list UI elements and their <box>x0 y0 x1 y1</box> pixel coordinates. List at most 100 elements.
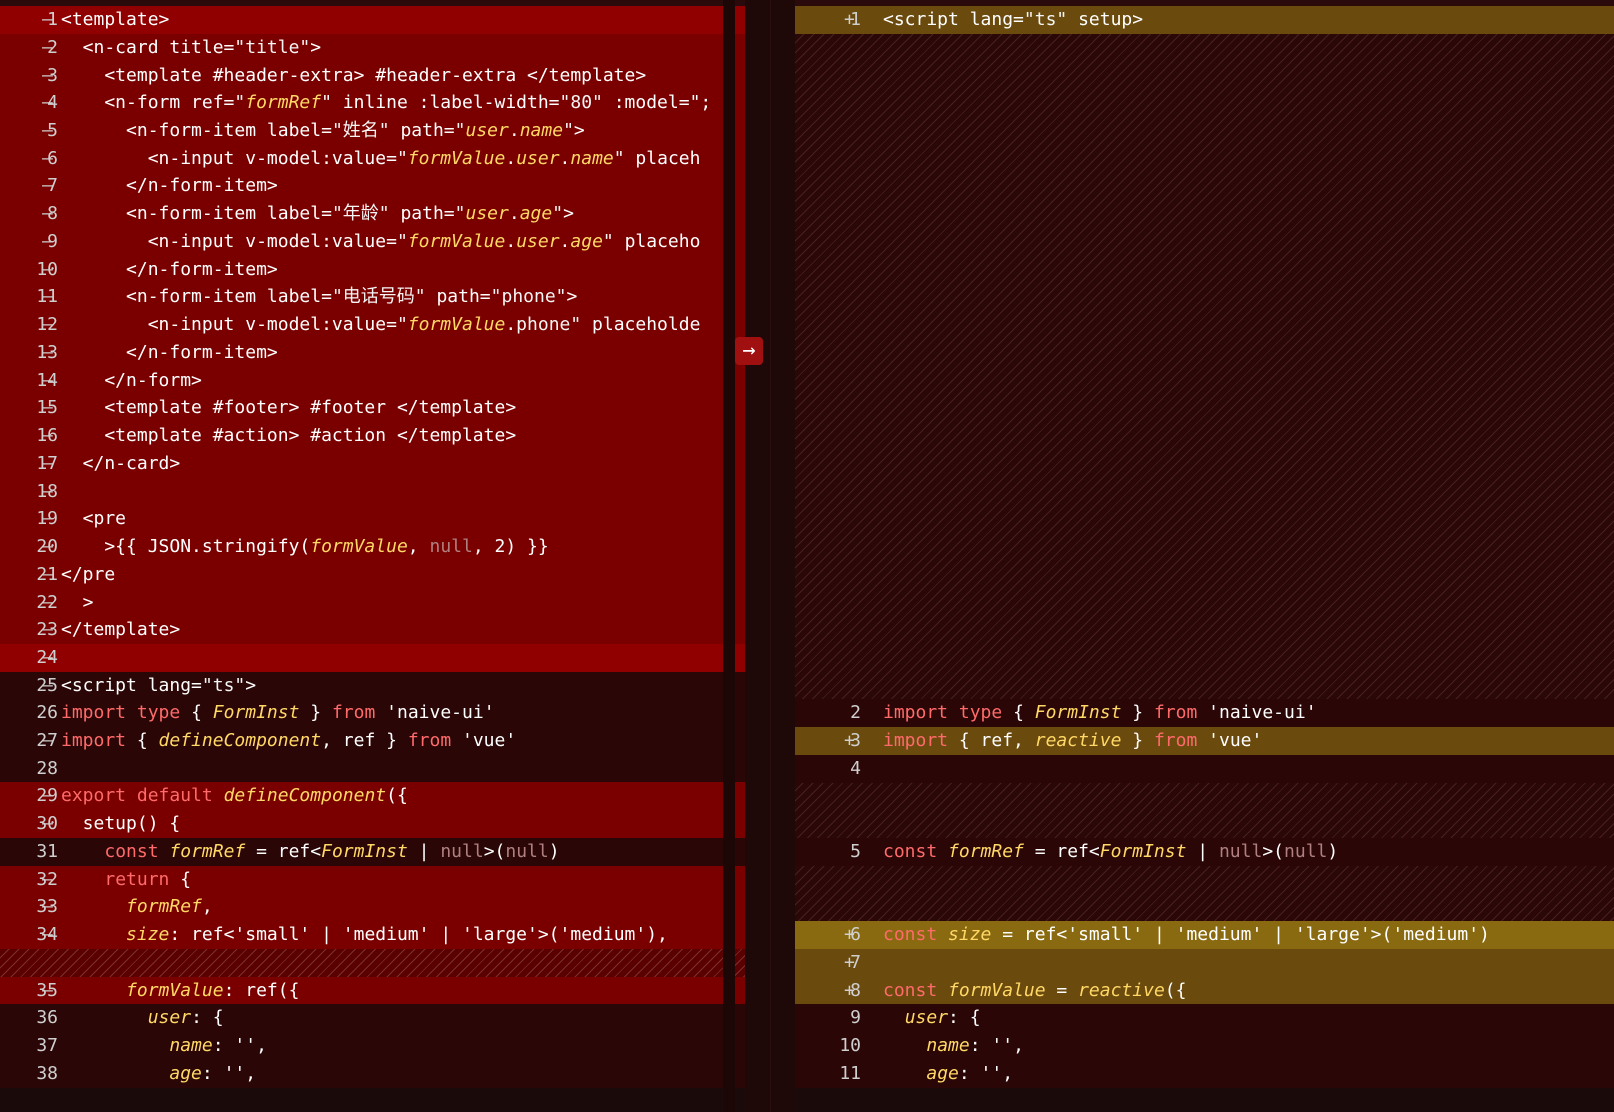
code-line[interactable]: 19— <pre <box>0 505 745 533</box>
line-number: 10 <box>839 1035 861 1056</box>
code-line[interactable]: 7 + <box>795 949 1614 977</box>
code-line[interactable]: 15— <template #footer> #footer </templat… <box>0 394 745 422</box>
code-text: size: ref<'small' | 'medium' | 'large'>(… <box>126 924 668 945</box>
code-text: const formValue = reactive({ <box>883 980 1187 1001</box>
code-text: import type { FormInst } from 'naive-ui' <box>883 702 1317 723</box>
code-line[interactable]: 21— </pre <box>0 561 745 589</box>
code-line[interactable]: 11— <n-form-item label="电话号码" path="phon… <box>0 283 745 311</box>
code-line[interactable]: 2— <n-card title="title"> <box>0 34 745 62</box>
diff-marker: + <box>844 9 855 30</box>
code-line[interactable]: 6 + const size = ref<'small' | 'medium' | … <box>795 921 1614 949</box>
diff-original-pane[interactable]: 1— <template> 2— <n-card title="title"> 3— … <box>0 6 745 1112</box>
code-line[interactable]: 3 + import { ref, reactive } from 'vue' <box>795 727 1614 755</box>
code-text: return { <box>104 869 192 890</box>
code-line[interactable]: 2 import type { FormInst } from 'naive-ui… <box>795 699 1614 727</box>
code-line[interactable]: 20— >{{ JSON.stringify(formValue, null, … <box>0 533 745 561</box>
code-line[interactable]: 8— <n-form-item label="年龄" path="user.ag… <box>0 200 745 228</box>
code-line[interactable]: 14— </n-form> <box>0 367 745 395</box>
code-text: import { defineComponent, ref } from 'vu… <box>61 730 517 751</box>
diff-marker: — <box>42 342 53 363</box>
code-line[interactable]: 9— <n-input v-model:value="formValue.use… <box>0 228 745 256</box>
code-line[interactable]: 5 const formRef = ref<FormInst | null>(nu… <box>795 838 1614 866</box>
diff-marker: — <box>42 785 53 806</box>
code-text: <n-input v-model:value="formValue.user.n… <box>61 148 701 169</box>
code-line[interactable]: 27— import { defineComponent, ref } from … <box>0 727 745 755</box>
code-line[interactable]: 28 <box>0 755 745 783</box>
code-line[interactable]: 38 age: '', <box>0 1060 745 1088</box>
code-line[interactable]: 10 name: '', <box>795 1032 1614 1060</box>
line-number: 36 <box>36 1007 58 1028</box>
code-line[interactable]: 31 const formRef = ref<FormInst | null>(… <box>0 838 745 866</box>
code-line[interactable]: 37 name: '', <box>0 1032 745 1060</box>
code-line[interactable]: 33— formRef, <box>0 893 745 921</box>
code-text: <pre <box>61 508 127 529</box>
code-text: import type { FormInst } from 'naive-ui' <box>61 702 495 723</box>
diff-filler-hatch <box>795 866 1614 921</box>
left-overview-ruler[interactable] <box>723 0 735 1112</box>
code-text: <script lang="ts"> <box>61 675 257 696</box>
line-number: 5 <box>850 841 861 862</box>
diff-marker: — <box>42 92 53 113</box>
code-text: </n-form-item> <box>61 259 278 280</box>
code-line[interactable]: 18— <box>0 478 745 506</box>
code-line[interactable]: 16— <template #action> #action </templat… <box>0 422 745 450</box>
code-text: <n-form-item label="电话号码" path="phone"> <box>61 286 578 307</box>
diff-marker: — <box>42 203 53 224</box>
code-line[interactable]: 4— <n-form ref="formRef" inline :label-w… <box>0 89 745 117</box>
code-line[interactable]: 29— export default defineComponent({ <box>0 782 745 810</box>
code-text: >{{ JSON.stringify(formValue, null, 2) }… <box>61 536 549 557</box>
code-text: name: '', <box>926 1035 1024 1056</box>
code-line[interactable]: 30— setup() { <box>0 810 745 838</box>
code-text: <template #header-extra> #header-extra <… <box>61 65 647 86</box>
diff-marker: — <box>42 286 53 307</box>
diff-marker: — <box>42 592 53 613</box>
code-line[interactable]: 7— </n-form-item> <box>0 172 745 200</box>
diff-marker: + <box>844 952 855 973</box>
diff-center-gutter <box>745 0 795 1112</box>
diff-marker: + <box>844 924 855 945</box>
code-line[interactable]: 10— </n-form-item> <box>0 256 745 284</box>
code-line[interactable]: 4 <box>795 755 1614 783</box>
code-line[interactable]: 23— </template> <box>0 616 745 644</box>
code-line[interactable]: 34— size: ref<'small' | 'medium' | 'larg… <box>0 921 745 949</box>
code-text: <n-form-item label="年龄" path="user.age"> <box>61 203 574 224</box>
code-line[interactable]: 5— <n-form-item label="姓名" path="user.na… <box>0 117 745 145</box>
code-line[interactable]: 1 + <script lang="ts" setup> <box>795 6 1614 34</box>
code-line[interactable]: 32— return { <box>0 866 745 894</box>
diff-marker: — <box>42 37 53 58</box>
code-line[interactable]: 12— <n-input v-model:value="formValue.ph… <box>0 311 745 339</box>
diff-marker: — <box>42 536 53 557</box>
diff-modified-pane[interactable]: 1 + <script lang="ts" setup> 2 import type {… <box>795 6 1614 1112</box>
code-line[interactable]: 3— <template #header-extra> #header-extr… <box>0 62 745 90</box>
diff-marker: — <box>42 397 53 418</box>
revert-block-arrow-icon[interactable]: → <box>735 337 763 365</box>
code-text: user: { <box>904 1007 981 1028</box>
code-text: formRef, <box>126 896 213 917</box>
code-text: <template> <box>61 9 170 30</box>
code-line[interactable]: 6— <n-input v-model:value="formValue.use… <box>0 145 745 173</box>
code-line[interactable]: 1— <template> <box>0 6 745 34</box>
code-line[interactable]: 25— <script lang="ts"> <box>0 672 745 700</box>
code-line[interactable]: 9 user: { <box>795 1004 1614 1032</box>
code-line[interactable]: 35— formValue: ref({ <box>0 977 745 1005</box>
code-text: <template #action> #action </template> <box>61 425 517 446</box>
code-text: <n-input v-model:value="formValue.phone"… <box>61 314 701 335</box>
diff-marker: + <box>844 980 855 1001</box>
line-number: 38 <box>36 1063 58 1084</box>
code-line[interactable] <box>0 949 745 977</box>
code-line[interactable]: 11 age: '', <box>795 1060 1614 1088</box>
code-line[interactable]: 17— </n-card> <box>0 450 745 478</box>
diff-marker: — <box>42 508 53 529</box>
diff-marker: + <box>844 730 855 751</box>
code-text: </n-form-item> <box>61 175 278 196</box>
code-line[interactable]: 22— > <box>0 589 745 617</box>
code-text: </template> <box>61 619 181 640</box>
code-line[interactable]: 13— </n-form-item> <box>0 339 745 367</box>
code-line[interactable]: 36 user: { <box>0 1004 745 1032</box>
diff-marker: — <box>42 647 53 668</box>
diff-marker: — <box>42 481 53 502</box>
code-line[interactable]: 8 + const formValue = reactive({ <box>795 977 1614 1005</box>
code-line[interactable]: 26 import type { FormInst } from 'naive-u… <box>0 699 745 727</box>
code-line[interactable]: 24— <box>0 644 745 672</box>
diff-marker: — <box>42 453 53 474</box>
